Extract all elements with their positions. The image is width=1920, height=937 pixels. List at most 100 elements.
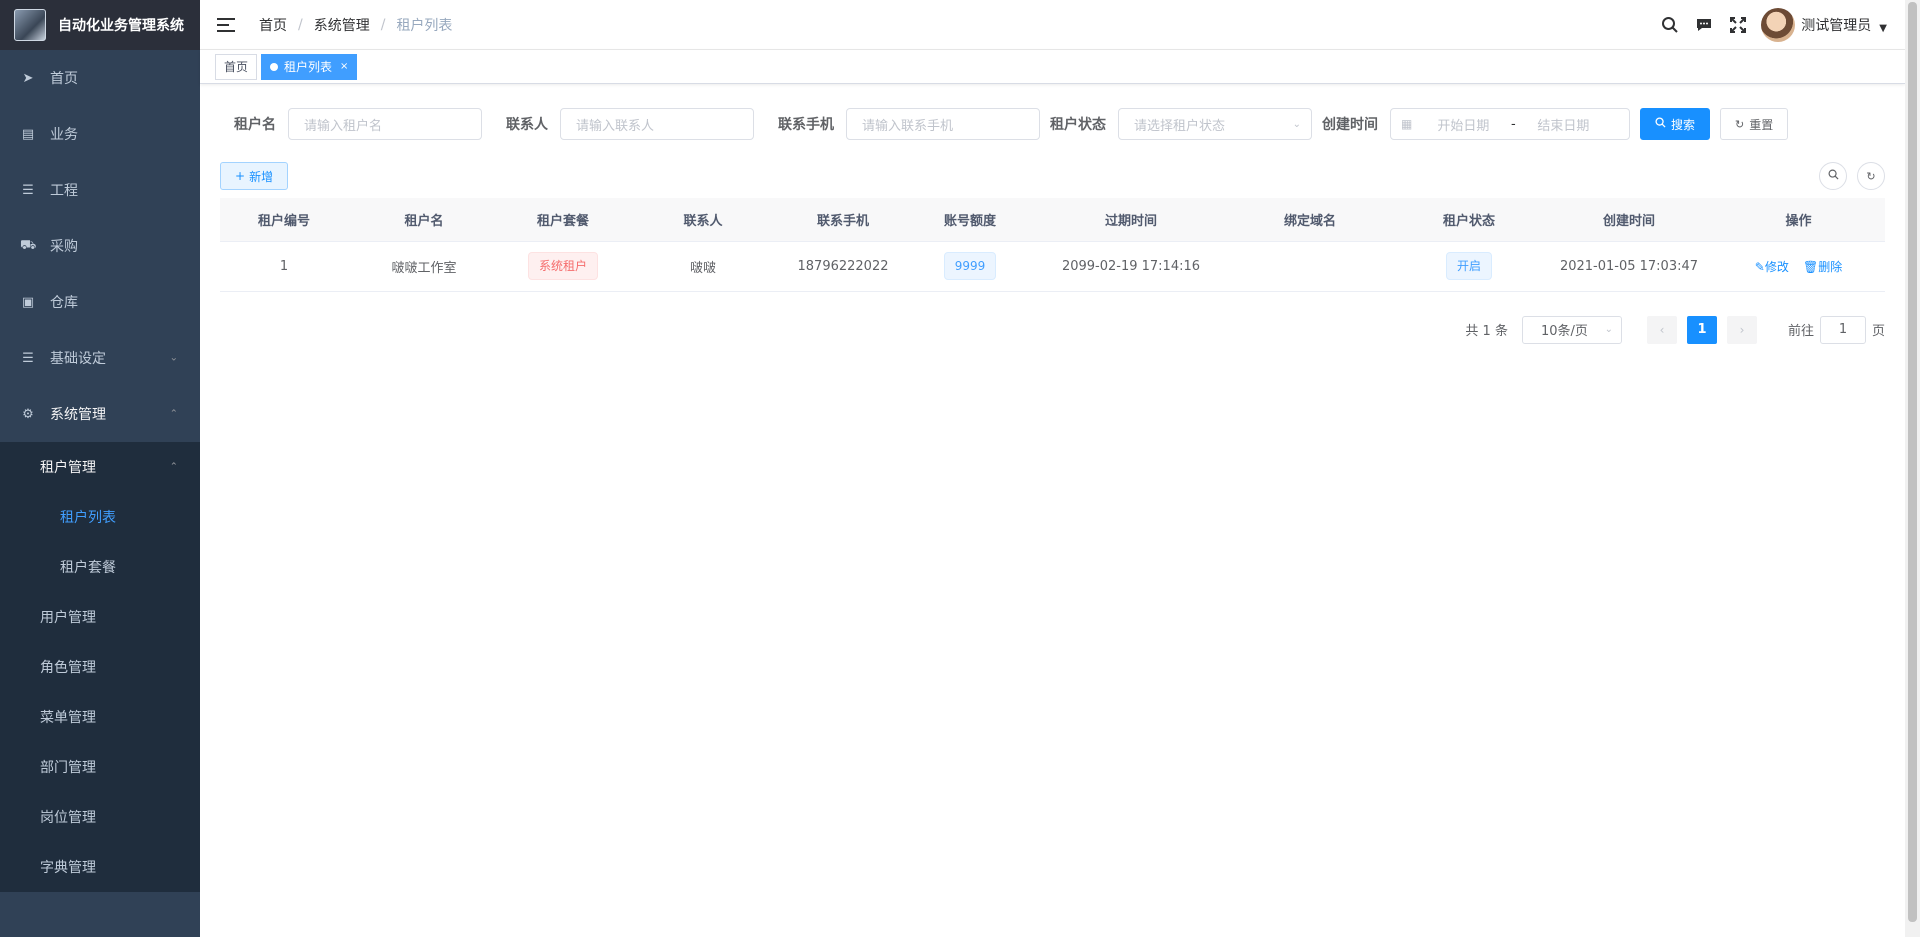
breadcrumb-system[interactable]: 系统管理 (314, 15, 370, 35)
toolbar: + 新增 ↻ (220, 162, 1885, 190)
cell-phone: 18796222022 (780, 241, 906, 292)
sidebar-item-menu-management[interactable]: 菜单管理 (0, 692, 200, 742)
sidebar-item-tenant-management[interactable]: 租户管理 ⌃ (0, 442, 200, 492)
toggle-search-button[interactable] (1819, 162, 1847, 190)
chevron-down-icon: ⌄ (1604, 324, 1613, 335)
status-select[interactable]: 请选择租户状态 ⌄ (1118, 108, 1312, 140)
sidebar-item-tenant-list[interactable]: 租户列表 (0, 492, 200, 542)
sidebar-item-business[interactable]: ▤ 业务 (0, 106, 200, 162)
hamburger-icon[interactable] (217, 17, 235, 32)
fullscreen-icon[interactable] (1727, 14, 1749, 36)
delete-label: 删除 (1818, 259, 1843, 274)
page-size-select[interactable]: 10条/页 ⌄ (1521, 315, 1622, 344)
cell-name: 啵啵工作室 (348, 241, 500, 292)
date-separator: - (1510, 116, 1516, 132)
add-button[interactable]: + 新增 (220, 162, 289, 190)
refresh-icon: ↻ (1866, 169, 1876, 183)
sidebar-item-label: 采购 (50, 239, 78, 255)
sidebar-item-post-management[interactable]: 岗位管理 (0, 792, 200, 842)
sidebar-item-basic-settings[interactable]: ☰ 基础设定 ⌄ (0, 330, 200, 386)
page-jumper: 前往 1 页 (1787, 315, 1885, 344)
sidebar-item-purchase[interactable]: ⛟ 采购 (0, 218, 200, 274)
tenant-table: 租户编号 租户名 租户套餐 联系人 联系手机 账号额度 过期时间 绑定域名 租户… (220, 198, 1885, 292)
content: 租户名 请输入租户名 联系人 请输入联系人 联系手机 请输入联系手机 租户状态 … (200, 84, 1905, 364)
paper-plane-icon: ➤ (22, 70, 34, 86)
sidebar-item-label: 仓库 (50, 295, 78, 311)
end-date-input[interactable]: 结束日期 (1526, 115, 1600, 134)
sidebar-item-warehouse[interactable]: ▣ 仓库 (0, 274, 200, 330)
page-scrollbar[interactable] (1905, 0, 1920, 937)
tag-tenant-list[interactable]: 租户列表 × (261, 53, 358, 80)
calendar-icon: ▦ (1401, 117, 1413, 131)
edit-label: 修改 (1764, 259, 1789, 274)
reset-button[interactable]: ↻ 重置 (1720, 108, 1789, 140)
pagination: 共 1 条 10条/页 ⌄ ‹ 1 › 前往 1 页 (220, 315, 1885, 344)
sidebar-item-user-management[interactable]: 用户管理 (0, 592, 200, 642)
app-title: 自动化业务管理系统 (58, 18, 184, 34)
goto-input[interactable]: 1 (1819, 315, 1866, 344)
sidebar-item-tenant-package[interactable]: 租户套餐 (0, 542, 200, 592)
column-header: 联系人 (626, 198, 780, 242)
created-label: 创建时间 (1322, 117, 1378, 133)
chevron-right-icon: › (1739, 322, 1745, 337)
status-badge: 开启 (1445, 252, 1492, 280)
sidebar-item-label: 菜单管理 (40, 710, 96, 726)
start-date-input[interactable]: 开始日期 (1426, 115, 1500, 134)
box-icon: ▣ (21, 294, 35, 310)
tag-home[interactable]: 首页 (215, 53, 258, 80)
phone-input[interactable]: 请输入联系手机 (846, 108, 1040, 140)
date-range-picker[interactable]: ▦ 开始日期 - 结束日期 (1390, 108, 1630, 140)
prev-page-button[interactable]: ‹ (1646, 315, 1677, 344)
add-button-label: 新增 (249, 169, 274, 184)
right-menu: 测试管理员 ▼ (1647, 0, 1887, 50)
caret-down-icon[interactable]: ▼ (1879, 23, 1887, 34)
close-icon[interactable]: × (340, 55, 348, 79)
breadcrumb-separator: / (380, 16, 386, 33)
goto-prefix: 前往 (1787, 324, 1814, 339)
contact-input[interactable]: 请输入联系人 (560, 108, 754, 140)
logo[interactable]: 自动化业务管理系统 (0, 0, 200, 50)
cell-expire: 2099-02-19 17:14:16 (1034, 241, 1228, 292)
phone-label: 联系手机 (778, 117, 834, 133)
chevron-down-icon: ⌄ (1292, 118, 1301, 130)
refresh-button[interactable]: ↻ (1857, 162, 1885, 190)
avatar[interactable] (1761, 8, 1796, 42)
sidebar-item-system[interactable]: ⚙ 系统管理 ⌃ (0, 386, 200, 442)
status-label: 租户状态 (1050, 117, 1106, 133)
sidebar-item-engineering[interactable]: ☰ 工程 (0, 162, 200, 218)
contact-label: 联系人 (506, 117, 548, 133)
page-number-current[interactable]: 1 (1686, 315, 1717, 344)
column-header: 租户编号 (220, 198, 348, 242)
user-name[interactable]: 测试管理员 (1801, 15, 1871, 35)
column-header: 租户名 (348, 198, 500, 242)
scrollbar-thumb[interactable] (1908, 2, 1917, 922)
search-icon (1655, 117, 1666, 131)
breadcrumb: 首页 / 系统管理 / 租户列表 (259, 15, 452, 35)
sidebar-item-role-management[interactable]: 角色管理 (0, 642, 200, 692)
sidebar: 自动化业务管理系统 ➤ 首页 ▤ 业务 ☰ 工程 ⛟ 采购 ▣ 仓库 ☰ 基础设… (0, 0, 200, 937)
next-page-button[interactable]: › (1726, 315, 1757, 344)
sliders-icon: ☰ (22, 350, 34, 366)
search-form: 租户名 请输入租户名 联系人 请输入联系人 联系手机 请输入联系手机 租户状态 … (220, 106, 1885, 142)
search-button[interactable]: 搜索 (1640, 108, 1711, 140)
search-icon[interactable] (1659, 14, 1681, 36)
tags-view: 首页 租户列表 × (200, 50, 1905, 84)
sidebar-item-label: 用户管理 (40, 610, 96, 626)
sidebar-item-label: 租户列表 (60, 510, 116, 526)
breadcrumb-home[interactable]: 首页 (259, 15, 287, 35)
delete-button[interactable]: 🗑删除 (1803, 260, 1842, 274)
sidebar-item-dept-management[interactable]: 部门管理 (0, 742, 200, 792)
goto-suffix: 页 (1871, 324, 1885, 339)
column-header: 过期时间 (1034, 198, 1228, 242)
chevron-up-icon: ⌃ (169, 461, 178, 473)
sidebar-item-dict-management[interactable]: 字典管理 (0, 842, 200, 892)
edit-button[interactable]: ✎修改 (1755, 260, 1789, 274)
tenant-name-input[interactable]: 请输入租户名 (288, 108, 482, 140)
search-button-label: 搜索 (1671, 117, 1696, 132)
message-icon[interactable] (1693, 14, 1715, 36)
sidebar-item-home[interactable]: ➤ 首页 (0, 50, 200, 106)
active-dot-icon (270, 62, 279, 71)
system-submenu: 租户管理 ⌃ 租户列表 租户套餐 用户管理 角色管理 菜单管理 部门管理 岗位管… (0, 442, 200, 892)
plus-icon: + (235, 169, 246, 183)
cell-domain (1228, 241, 1392, 292)
